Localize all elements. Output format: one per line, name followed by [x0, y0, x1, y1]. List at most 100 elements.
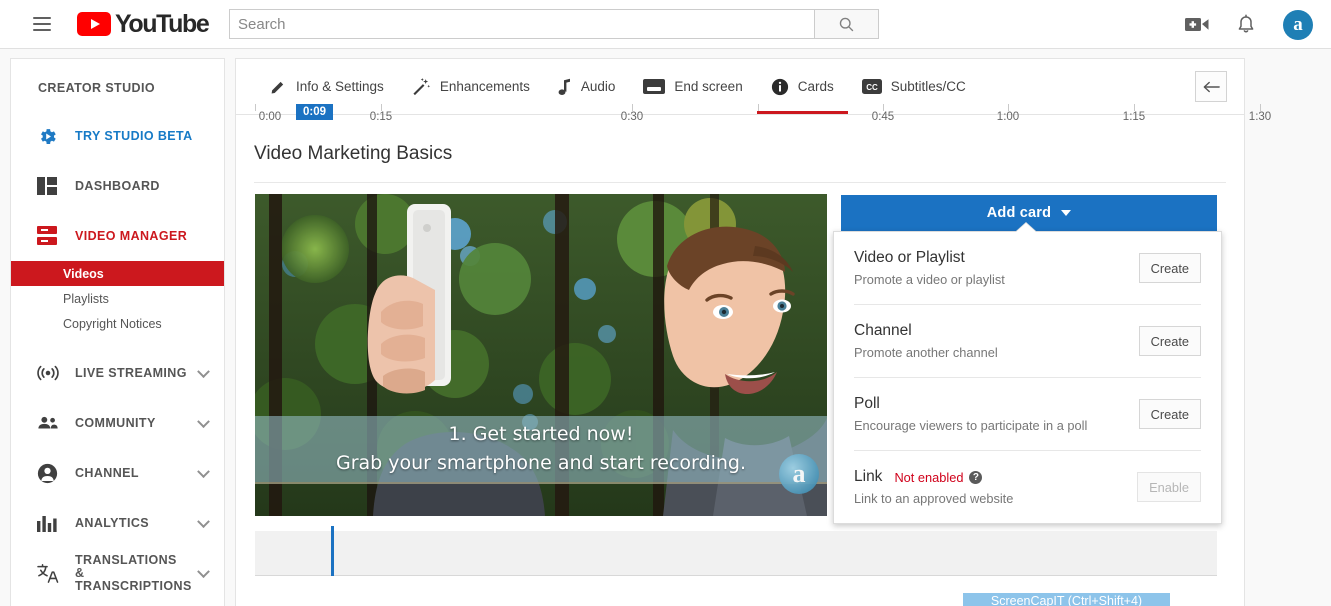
people-icon [37, 415, 61, 431]
create-button-channel[interactable]: Create [1138, 326, 1201, 356]
creator-studio-title: CREATOR STUDIO [38, 81, 155, 95]
search-input[interactable] [229, 9, 814, 39]
option-desc-channel: Promote another channel [854, 345, 998, 360]
sidebar-sublabel-copyright-notices: Copyright Notices [63, 316, 162, 331]
header-actions: a [1185, 0, 1313, 49]
dropdown-option-poll[interactable]: Poll Encourage viewers to participate in… [834, 378, 1221, 450]
chevron-down-icon[interactable] [197, 515, 210, 529]
play-icon [77, 12, 111, 36]
sidebar-subitem-videos[interactable]: Videos [11, 261, 224, 286]
translate-icon [37, 563, 61, 583]
tick-label-3: 0:45 [871, 111, 895, 123]
timeline-playhead[interactable] [331, 526, 334, 576]
option-title-channel: Channel [854, 322, 912, 339]
create-button-poll[interactable]: Create [1138, 399, 1201, 429]
search-icon [839, 17, 854, 31]
option-desc-video-or-playlist: Promote a video or playlist [854, 272, 1005, 287]
sidebar-item-analytics[interactable]: ANALYTICS [11, 498, 224, 548]
tab-enhancements[interactable]: Enhancements [398, 59, 544, 114]
chevron-down-icon[interactable] [197, 565, 210, 579]
help-icon[interactable]: ? [969, 470, 983, 484]
youtube-wordmark: YouTube [115, 9, 210, 38]
broadcast-icon [37, 365, 61, 381]
sidebar-label-analytics: ANALYTICS [75, 515, 149, 530]
status-badge: Not enabled [894, 469, 964, 485]
sidebar-label-translations-transcriptions: TRANSLATIONS & TRANSCRIPTIONS [75, 552, 192, 593]
video-manager-icon [37, 226, 61, 246]
chevron-down-icon[interactable] [197, 365, 210, 379]
chevron-down-icon[interactable] [197, 465, 210, 479]
enable-button-link[interactable]: Enable [1137, 472, 1201, 502]
option-title-link-text: Link [854, 468, 883, 485]
option-title-link: Link Not enabled ? [854, 468, 1013, 486]
option-title-video-or-playlist: Video or Playlist [854, 249, 965, 266]
sidebar-item-live-streaming[interactable]: LIVE STREAMING [11, 348, 224, 398]
sidebar-item-dashboard[interactable]: DASHBOARD [11, 161, 224, 211]
tab-label-end-screen: End screen [674, 79, 743, 94]
dropdown-option-video-or-playlist[interactable]: Video or Playlist Promote a video or pla… [834, 232, 1221, 304]
tab-label-info-settings: Info & Settings [296, 79, 384, 94]
current-time-badge: 0:09 [296, 104, 334, 120]
sidebar-item-channel[interactable]: CHANNEL [11, 448, 224, 498]
video-caption-overlay: 1. Get started now! Grab your smartphone… [255, 416, 827, 484]
tick-label-0: 0:00 [258, 111, 282, 123]
dashboard-icon [37, 177, 61, 195]
sidebar-item-video-manager[interactable]: VIDEO MANAGER [11, 211, 224, 261]
sidebar-item-try-studio-beta[interactable]: TRY STUDIO BETA [11, 111, 224, 161]
pencil-icon [270, 78, 287, 95]
tab-cards[interactable]: Cards [756, 59, 848, 114]
add-card-dropdown: Video or Playlist Promote a video or pla… [833, 223, 1222, 524]
chevron-down-icon [1061, 210, 1072, 216]
top-header: YouTube a [0, 0, 1331, 49]
tick-label-6: 1:30 [1248, 111, 1272, 123]
end-screen-icon [643, 79, 666, 94]
tab-label-cards: Cards [797, 79, 834, 94]
tab-subtitles-cc[interactable]: CC Subtitles/CC [848, 59, 980, 114]
main-panel: Info & Settings Enhancements Audio End s… [235, 58, 1271, 606]
music-note-icon [558, 78, 572, 96]
video-timeline[interactable] [255, 526, 1217, 576]
back-button[interactable] [1195, 71, 1227, 102]
hamburger-icon[interactable] [33, 17, 51, 31]
youtube-logo[interactable]: YouTube [77, 9, 210, 39]
magic-wand-icon [412, 77, 431, 96]
sidebar-subitem-playlists[interactable]: Playlists [11, 286, 224, 311]
dropdown-option-channel[interactable]: Channel Promote another channel Create [834, 305, 1221, 377]
sidebar-item-translations-transcriptions[interactable]: TRANSLATIONS & TRANSCRIPTIONS [11, 548, 224, 598]
option-title-poll: Poll [854, 395, 880, 412]
sidebar-label-community: COMMUNITY [75, 415, 156, 430]
chevron-down-icon[interactable] [197, 415, 210, 429]
sidebar-label-channel: CHANNEL [75, 465, 139, 480]
watermark-text: a [792, 459, 806, 488]
tick-label-1: 0:15 [369, 111, 393, 123]
screencap-tooltip: ScreenCapIT (Ctrl+Shift+4) [963, 593, 1170, 606]
tab-label-audio: Audio [580, 79, 616, 94]
sidebar-sublabel-videos: Videos [63, 266, 104, 281]
tab-label-enhancements: Enhancements [439, 79, 530, 94]
dropdown-option-link[interactable]: Link Not enabled ? Link to an approved w… [834, 451, 1221, 523]
bell-icon[interactable] [1236, 13, 1256, 36]
video-watermark: a [779, 454, 819, 494]
video-upload-icon[interactable] [1185, 16, 1209, 33]
back-arrow-icon [1203, 81, 1220, 92]
add-card-label: Add card [986, 205, 1052, 221]
create-button-video-or-playlist[interactable]: Create [1138, 253, 1201, 283]
tab-label-subtitles-cc: Subtitles/CC [890, 79, 966, 94]
search-button[interactable] [814, 9, 879, 39]
option-desc-poll: Encourage viewers to participate in a po… [854, 418, 1088, 433]
closed-caption-icon: CC [861, 79, 882, 94]
bar-chart-icon [37, 514, 61, 532]
sidebar-item-community[interactable]: COMMUNITY [11, 398, 224, 448]
avatar[interactable]: a [1283, 9, 1313, 40]
tick-label-5: 1:15 [1122, 111, 1146, 123]
tab-audio[interactable]: Audio [544, 59, 630, 114]
sidebar-subitem-copyright-notices[interactable]: Copyright Notices [11, 311, 224, 336]
option-desc-link: Link to an approved website [854, 491, 1014, 506]
account-circle-icon [37, 463, 61, 484]
tab-end-screen[interactable]: End screen [629, 59, 756, 114]
sidebar-sublabel-playlists: Playlists [63, 291, 109, 306]
tick-label-4: 1:00 [996, 111, 1020, 123]
avatar-initial: a [1293, 13, 1303, 35]
video-preview[interactable]: 1. Get started now! Grab your smartphone… [255, 194, 827, 516]
tick-label-2: 0:30 [620, 111, 644, 123]
